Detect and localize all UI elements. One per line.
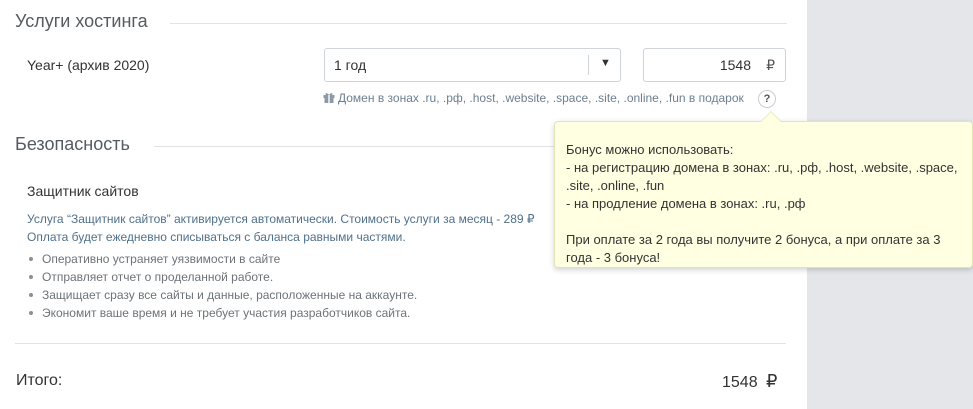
tooltip-line: При оплате за 2 года вы получите 2 бонус…	[566, 232, 941, 247]
ruble-icon: ₽	[766, 371, 778, 391]
gift-note-text: Домен в зонах .ru, .рф, .host, .website,…	[338, 91, 744, 105]
tooltip-line: - на продление домена в зонах: .ru, .рф	[566, 196, 806, 211]
tooltip-line: - на регистрацию домена в зонах: .ru, .р…	[566, 160, 958, 175]
list-item: Оперативно устраняет уязвимости в сайте	[27, 250, 417, 268]
total-divider	[15, 343, 786, 344]
protector-title: Защитник сайтов	[27, 183, 139, 199]
section-divider	[170, 23, 787, 24]
period-select[interactable]: 1 год ▼	[324, 48, 621, 82]
total-label: Итого:	[16, 372, 63, 389]
price-field[interactable]: 1548 ₽	[643, 48, 786, 82]
tooltip-arrow	[761, 112, 781, 122]
bonus-tooltip: Бонус можно использовать: - на регистрац…	[554, 111, 973, 268]
price-amount: 1548	[719, 57, 751, 73]
product-name: Year+ (архив 2020)	[27, 57, 150, 73]
help-icon[interactable]: ?	[758, 90, 776, 108]
security-section-title: Безопасность	[15, 134, 130, 154]
chevron-down-icon[interactable]: ▼	[600, 57, 611, 69]
list-item: Отправляет отчет о проделанной работе.	[27, 268, 417, 286]
tooltip-line: Бонус можно использовать:	[566, 142, 734, 157]
features-list: Оперативно устраняет уязвимости в сайте …	[27, 250, 417, 322]
total-amount: 1548	[722, 374, 758, 391]
select-divider	[588, 55, 589, 75]
protector-description-line: Услуга “Защитник сайтов” активируется ав…	[27, 212, 535, 226]
gift-icon	[323, 93, 335, 103]
protector-description: Услуга “Защитник сайтов” активируется ав…	[27, 210, 535, 246]
list-item: Защищает сразу все сайты и данные, распо…	[27, 286, 417, 304]
list-item: Экономит ваше время и не требует участия…	[27, 304, 417, 322]
hosting-section-title: Услуги хостинга	[15, 11, 148, 31]
period-select-value: 1 год	[334, 57, 367, 73]
gift-note: Домен в зонах .ru, .рф, .host, .website,…	[323, 91, 744, 105]
tooltip-line: .site, .online, .fun	[566, 178, 665, 193]
hosting-section-header: Услуги хостинга	[15, 11, 787, 35]
protector-description-line: Оплата будет ежедневно списываться с бал…	[27, 230, 406, 244]
ruble-icon: ₽	[766, 57, 775, 73]
tooltip-line: года - 3 бонуса!	[566, 250, 661, 265]
